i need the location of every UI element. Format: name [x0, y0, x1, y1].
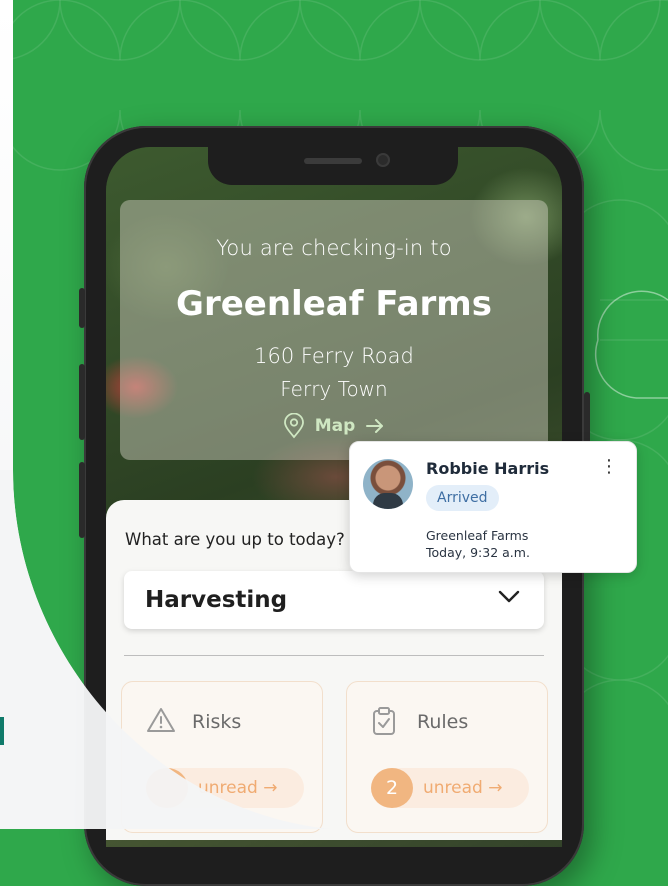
worker-name: Robbie Harris [426, 459, 550, 478]
notification-place: Greenleaf Farms [426, 528, 529, 543]
arrival-notification-card[interactable]: Robbie Harris ⋮ Arrived Greenleaf Farms … [349, 441, 637, 573]
status-badge: Arrived [426, 485, 499, 511]
avatar [363, 459, 413, 509]
teal-accent-bar [0, 717, 4, 745]
more-vertical-icon[interactable]: ⋮ [600, 458, 618, 476]
notification-time: Today, 9:32 a.m. [426, 545, 530, 560]
decorative-curve-overlay [0, 470, 330, 829]
